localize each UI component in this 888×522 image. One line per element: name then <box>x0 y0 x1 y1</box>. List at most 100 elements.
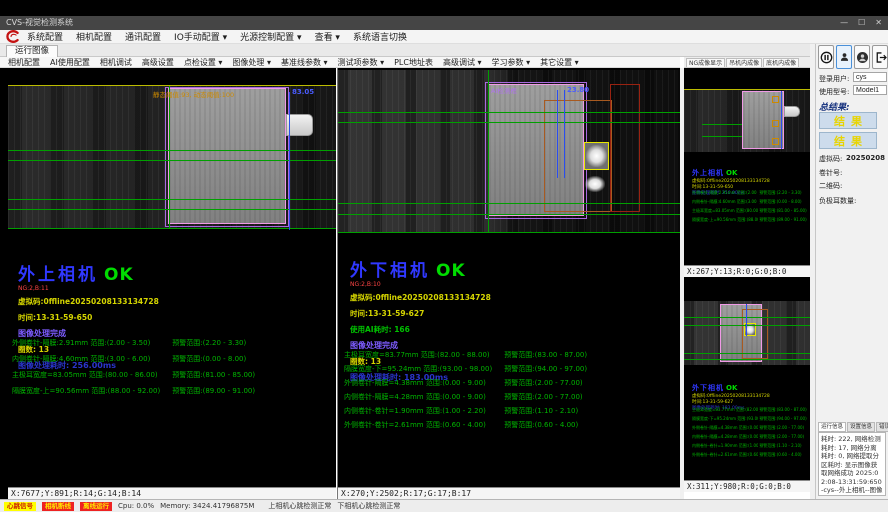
logout-icon <box>874 51 887 64</box>
log-tab-settings[interactable]: 设置信息 <box>847 422 875 432</box>
guide-line-vertical <box>169 86 170 228</box>
exit-button[interactable] <box>872 45 888 69</box>
measurement-warning: 预警范围:(2.20 - 3.30) <box>172 339 246 347</box>
ai-box-label: AI检测框 <box>491 85 517 95</box>
result-ok: OK <box>436 261 466 281</box>
measurement-warning: 预警范围:(89.00 - 91.00) <box>172 387 255 395</box>
measurement-value: 内侧卷针-隔膜=4.28mm 范围:(0.00 - 9.00) <box>344 392 502 402</box>
menu-item[interactable]: 查看 ▾ <box>315 30 340 43</box>
bright-spot <box>586 145 607 167</box>
toolbar-item[interactable]: 相机配置 <box>8 57 40 68</box>
measurement-warning: 预警范围:(2.00 - 77.00) <box>759 425 804 432</box>
thumb-tab[interactable]: NG成像显示 <box>686 58 725 67</box>
maximize-button[interactable]: ☐ <box>858 16 865 30</box>
toolbar-item[interactable]: PLC地址表 <box>394 57 433 68</box>
account-button[interactable] <box>854 45 870 69</box>
guide-line <box>338 122 680 123</box>
toolbar-item[interactable]: 学习参数 ▾ <box>492 57 531 68</box>
guide-line <box>8 199 336 200</box>
camera-offline-badge: 相机断线 <box>42 502 74 511</box>
result-box-lower: 结果 <box>819 132 877 149</box>
barcode-line: 虚拟码:0ffline20250208133134728 <box>350 292 491 303</box>
view-status-bar-upper: X:7677;Y:891;R:14;G:14;B:14 <box>8 487 336 499</box>
side-panel: 登录用户: 使用型号: 总结果: 结果 结果 虚拟码: 20250208 卷针号… <box>815 44 888 499</box>
toolbar-item[interactable]: 高级设置 <box>142 57 174 68</box>
thumb-tab[interactable]: 底机内成像 <box>763 58 799 67</box>
measurement-value: 外侧卷针-隔膜=4.38mm 范围:(0.00 - 9.00) <box>344 378 502 388</box>
menu-item[interactable]: 系统语言切换 <box>353 30 407 43</box>
measurement-warning: 预警范围:(0.60 - 4.00) <box>759 452 801 459</box>
measurement-row: 主极耳宽度=83.05mm 范围:(80.00 - 86.00) 预警范围:(8… <box>12 370 336 380</box>
user-button[interactable] <box>836 45 852 69</box>
tab-run-image[interactable]: 运行图像 <box>6 45 58 57</box>
measurement-row: 内侧卷针-隔膜:4.60mm 范围:(3.00 - 6.00) 预警范围:(0.… <box>12 354 336 364</box>
guide-line <box>684 317 810 318</box>
thumb-status-lower: X:311;Y:980;R:0;G:0;B:0 <box>684 480 810 492</box>
measurement-row: 内侧卷针-卷针=1.90mm 范围:(1.00 - 2.20) 预警范围:(1.… <box>344 406 674 416</box>
result-ok: OK <box>726 169 737 177</box>
pin-number-label: 卷针号: <box>819 168 842 178</box>
menu-item[interactable]: 通讯配置 <box>125 30 161 43</box>
toolbar-item[interactable]: 相机调试 <box>100 57 132 68</box>
toolbar-item[interactable]: 测试项参数 ▾ <box>338 57 385 68</box>
time-line: 时间:13-31-59-650 <box>18 312 159 323</box>
memory-usage: Memory: 3424.41796875M <box>160 502 254 510</box>
app-logo-icon <box>3 30 21 43</box>
offline-mode-badge: 离线运行 <box>80 502 112 511</box>
camera-title: 外上相机 <box>18 265 98 285</box>
close-button[interactable]: ✕ <box>875 16 882 30</box>
measurement-warning: 预警范围:(2.00 - 77.00) <box>504 379 582 387</box>
log-tab-run[interactable]: 运行信息 <box>818 422 846 432</box>
menu-item[interactable]: 光源控制配置 ▾ <box>240 30 301 43</box>
measurement-warning: 预警范围:(83.00 - 87.00) <box>759 407 806 414</box>
virtual-code-label: 虚拟码: <box>819 154 842 164</box>
measurement-value: 隔膜宽度-下=95.24mm 范围:(93.00 - 98.00) <box>344 364 502 374</box>
thumbnail-lower[interactable]: 外下相机OK 虚拟码:0ffline20250208133134728 时间:1… <box>684 277 810 492</box>
qr-code-label: 二维码: <box>819 181 842 191</box>
measurement-value: 外侧卷针-隔膜=4.38mm 范围:(0.00 - 9.00) <box>692 425 758 432</box>
toolbar-item[interactable]: AI使用配置 <box>50 57 90 68</box>
measurement-warning: 预警范围:(0.00 - 8.00) <box>172 355 246 363</box>
toolbar-item[interactable]: 其它设置 ▾ <box>540 57 579 68</box>
measurement-value: 主极耳宽度=83.05mm 范围:(80.00 - 86.00) <box>12 370 170 380</box>
login-user-label: 登录用户: <box>819 74 849 84</box>
model-field[interactable] <box>853 85 887 95</box>
measurement-row: 主极耳宽度=83.77mm 范围:(82.00 - 88.00) 预警范围:(8… <box>692 407 808 416</box>
connector-tab <box>286 114 313 136</box>
menu-item[interactable]: IO手动配置 ▾ <box>174 30 227 43</box>
measurement-value: 外侧卷针-隔膜:2.91mm 范围:(2.00 - 3.50) <box>692 190 758 197</box>
thumb-tab[interactable]: 吊机内成像 <box>726 58 762 67</box>
log-text[interactable]: 耗时: 222, 网络检测耗时: 17, 网络分离耗时: 0, 网络提取分区耗时… <box>818 432 886 496</box>
measurement-value: 内侧卷针-卷针=1.90mm 范围:(1.00 - 2.20) <box>692 443 758 450</box>
guide-line <box>684 325 810 326</box>
login-user-field[interactable] <box>853 72 887 82</box>
pause-button[interactable] <box>818 45 834 69</box>
bright-spot <box>585 176 605 192</box>
measurement-row: 内侧卷针-隔膜=4.28mm 范围:(0.00 - 9.00) 预警范围:(2.… <box>344 392 674 402</box>
width-label: 83.05 <box>292 88 314 96</box>
result-box-upper: 结果 <box>819 112 877 129</box>
ng-counter: NG:2,B:10 <box>350 281 491 288</box>
cpu-usage: Cpu: 0.0% <box>118 502 154 510</box>
minimize-button[interactable]: — <box>840 16 848 30</box>
measurement-warning: 预警范围:(94.00 - 97.00) <box>504 365 587 373</box>
camera-image-lower[interactable]: 23.80 AI检测框 外下相机OK NG:2,B:10 虚拟码:0ffline… <box>338 68 680 487</box>
pause-icon <box>820 51 833 64</box>
heartbeat-badge: 心跳信号 <box>4 502 36 511</box>
view-tab-row: 运行图像 <box>0 44 812 57</box>
camera-title: 外下相机 <box>692 383 724 392</box>
ai-elapsed-line: 使用AI耗时: 166 <box>350 324 491 335</box>
toolbar-item[interactable]: 高级调试 ▾ <box>443 57 482 68</box>
toolbar-item[interactable]: 基准线参数 ▾ <box>281 57 328 68</box>
menu-item[interactable]: 系统配置 <box>27 30 63 43</box>
menu-item[interactable]: 相机配置 <box>76 30 112 43</box>
toolbar-item[interactable]: 点检设置 ▾ <box>184 57 223 68</box>
camera-image-upper[interactable]: 83.05 静态阈值:93, 动态阈值:100 外上相机OK NG:2,B:11… <box>8 68 336 487</box>
toolbar-item[interactable]: 图像处理 ▾ <box>232 57 271 68</box>
thumbnail-upper[interactable]: 外上相机OK 虚拟码:0ffline20250208133134728 时间:1… <box>684 68 810 277</box>
log-tab-error[interactable]: 错误信息 <box>876 422 888 432</box>
guide-line <box>8 160 336 161</box>
measurement-value: 内侧卷针-隔膜:4.60mm 范围:(3.00 - 6.00) <box>12 354 170 364</box>
measurement-warning: 预警范围:(94.00 - 97.00) <box>759 416 806 423</box>
thumbnail-panel: 外上相机OK 虚拟码:0ffline20250208133134728 时间:1… <box>684 68 810 492</box>
